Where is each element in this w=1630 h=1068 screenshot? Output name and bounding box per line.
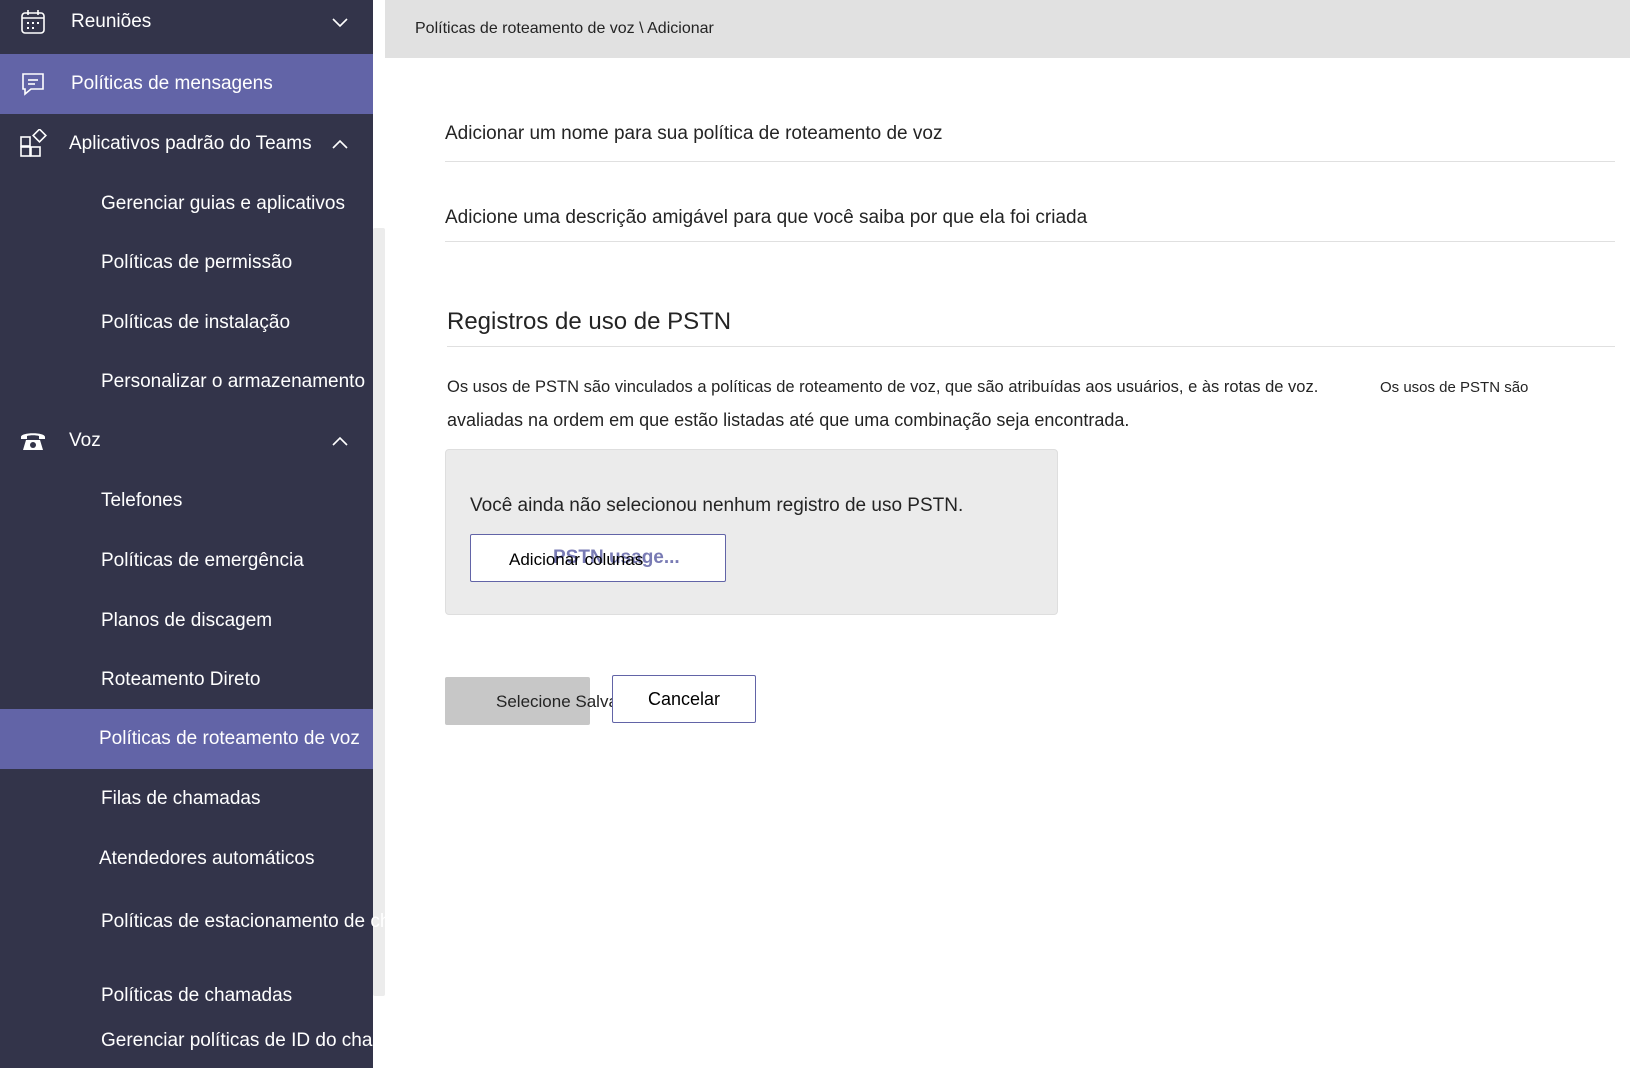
sidebar: Reuniões Políticas de mensagens Aplicati… [0, 0, 373, 1068]
chat-icon [18, 69, 48, 99]
breadcrumb: Políticas de roteamento de voz \ Adicion… [415, 20, 714, 37]
sidebar-item-label: Políticas de mensagens [71, 73, 273, 94]
chevron-up-icon[interactable] [329, 430, 351, 452]
sidebar-item-setup-policies[interactable]: Políticas de instalação [0, 293, 373, 353]
policy-name-placeholder: Adicionar um nome para sua política de r… [445, 123, 943, 144]
sidebar-item-customize-store[interactable]: Personalizar o armazenamento [0, 352, 373, 412]
sidebar-item-permission-policies[interactable]: Políticas de permissão [0, 233, 373, 293]
sidebar-item-label: Atendedores automáticos [99, 848, 315, 869]
phone-icon [18, 426, 48, 456]
apps-icon [18, 129, 48, 159]
sidebar-item-label: Gerenciar guias e aplicativos [101, 193, 345, 214]
sidebar-item-label: Políticas de emergência [101, 550, 304, 571]
sidebar-item-label: Políticas de instalação [101, 312, 291, 333]
sidebar-item-calling-policies[interactable]: Políticas de chamadas [0, 966, 373, 1026]
sidebar-item-label: Reuniões [71, 11, 152, 32]
add-pstn-usage-label: Adicionar colunas [509, 550, 644, 569]
sidebar-item-meetings[interactable]: Reuniões [0, 0, 373, 52]
sidebar-item-call-queues[interactable]: Filas de chamadas [0, 769, 373, 829]
save-button[interactable]: Selecione Salvar. [445, 677, 627, 725]
pstn-description-extra: Os usos de PSTN são [1380, 379, 1529, 396]
pstn-usage-panel: Você ainda não selecionou nenhum registr… [445, 449, 1058, 615]
sidebar-item-voice-routing-policies[interactable]: Políticas de roteamento de voz [0, 709, 373, 769]
chevron-down-icon[interactable] [329, 11, 351, 33]
pstn-section-title: Registros de uso de PSTN [447, 308, 1615, 347]
sidebar-item-label: Planos de discagem [101, 610, 273, 631]
sidebar-item-label: Aplicativos padrão do Teams [69, 133, 312, 154]
sidebar-item-label: Voz [69, 430, 101, 451]
sidebar-item-label: Políticas de permissão [101, 252, 293, 273]
sidebar-item-messaging-policies[interactable]: Políticas de mensagens [0, 54, 373, 114]
calendar-icon [18, 7, 48, 37]
sidebar-item-call-park-policies[interactable]: Políticas de estacionamento de chamada [101, 911, 449, 933]
pstn-empty-message: Você ainda não selecionou nenhum registr… [470, 495, 964, 516]
add-pstn-usage-button[interactable]: PSTN usage... Adicionar colunas [470, 534, 726, 582]
policy-description-input[interactable]: Adicione uma descrição amigável para que… [445, 207, 1615, 242]
sidebar-item-emergency-policies[interactable]: Políticas de emergência [0, 531, 373, 591]
sidebar-item-manage-apps[interactable]: Gerenciar guias e aplicativos [0, 174, 373, 234]
sidebar-item-label: Personalizar o armazenamento [101, 371, 366, 392]
pstn-description-continued: avaliadas na ordem em que estão listadas… [447, 410, 1130, 430]
save-button-label: Selecione Salvar. [496, 692, 628, 711]
sidebar-item-voice[interactable]: Voz [0, 411, 373, 471]
policy-description-placeholder: Adicione uma descrição amigável para que… [445, 207, 1088, 228]
page-header: Políticas de roteamento de voz \ Adicion… [385, 0, 1630, 58]
sidebar-item-label: Filas de chamadas [101, 788, 261, 809]
sidebar-item-teams-apps[interactable]: Aplicativos padrão do Teams [0, 114, 373, 174]
policy-name-input[interactable]: Adicionar um nome para sua política de r… [445, 123, 1615, 162]
sidebar-item-phones[interactable]: Telefones [0, 471, 373, 531]
sidebar-item-caller-id-policies[interactable]: Gerenciar políticas de ID do chamador [101, 1030, 426, 1052]
cancel-button[interactable]: Cancelar [612, 675, 756, 723]
sidebar-item-label: Políticas de roteamento de voz [99, 728, 360, 749]
sidebar-item-direct-routing[interactable]: Roteamento Direto [0, 650, 373, 710]
cancel-button-label: Cancelar [647, 688, 721, 709]
sidebar-item-label: Políticas de chamadas [101, 985, 293, 1006]
sidebar-scrollbar[interactable] [373, 228, 385, 996]
sidebar-item-label: Gerenciar políticas de ID do chamador [101, 1030, 427, 1051]
sidebar-item-auto-attendants[interactable]: Atendedores automáticos [0, 829, 373, 889]
sidebar-item-dial-plans[interactable]: Planos de discagem [0, 591, 373, 651]
sidebar-item-label: Telefones [101, 490, 183, 511]
sidebar-item-label: Roteamento Direto [101, 669, 261, 690]
sidebar-item-label: Políticas de estacionamento de chamada [101, 911, 449, 932]
pstn-description: Os usos de PSTN são vinculados a polític… [447, 378, 1319, 396]
chevron-up-icon[interactable] [329, 133, 351, 155]
